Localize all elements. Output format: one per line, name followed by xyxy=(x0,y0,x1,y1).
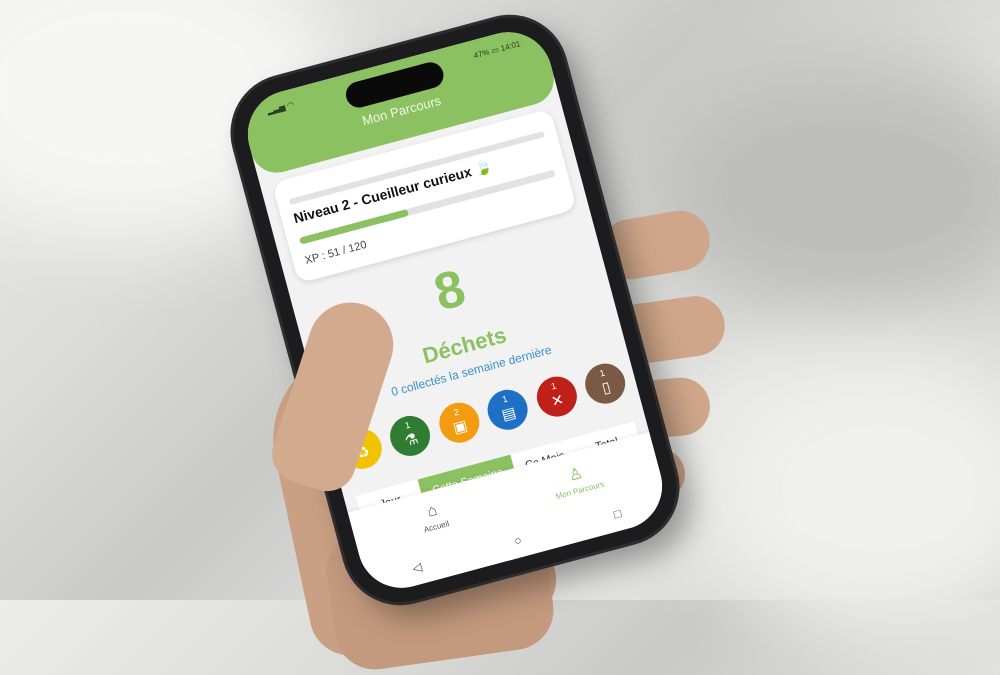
badge-count: 1 xyxy=(549,380,558,392)
badge-count: 1 xyxy=(403,419,412,431)
leaf-icon: 🍃 xyxy=(472,157,494,178)
cutlery-badge[interactable]: 1 ✕ xyxy=(531,372,581,422)
bottle-icon: ⚗ xyxy=(402,430,421,451)
back-icon[interactable]: ◁ xyxy=(411,560,424,576)
trash-bin-icon: ▯ xyxy=(600,378,613,398)
home-circle-icon[interactable]: ○ xyxy=(512,533,523,548)
nav-profile[interactable]: ♙ Mon Parcours xyxy=(534,454,619,505)
paper-icon: ▤ xyxy=(499,404,519,425)
box-icon: ▣ xyxy=(451,417,470,438)
clock: 14:01 xyxy=(499,38,522,53)
nav-home[interactable]: ⌂ Accueil xyxy=(391,493,476,542)
badge-count: 1 xyxy=(501,393,509,405)
glass-badge[interactable]: 1 ⚗ xyxy=(385,411,435,461)
cardboard-badge[interactable]: 2 ▣ xyxy=(434,398,484,448)
battery-icon: ▭ xyxy=(490,44,500,56)
badge-count: 1 xyxy=(598,367,606,379)
battery-label: 47% xyxy=(472,46,491,60)
paper-badge[interactable]: 1 ▤ xyxy=(483,385,533,435)
recents-icon[interactable]: □ xyxy=(612,506,623,521)
xp-label: XP : 51 / 120 xyxy=(303,238,369,267)
cutlery-icon: ✕ xyxy=(549,391,566,411)
badge-count: 2 xyxy=(452,406,460,418)
general-waste-badge[interactable]: 1 ▯ xyxy=(580,359,630,409)
